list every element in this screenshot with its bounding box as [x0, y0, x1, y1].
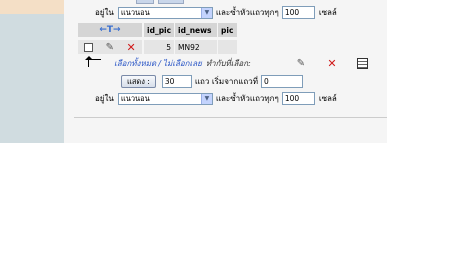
cells-label: เซลล์ — [318, 8, 337, 17]
repeat-header-label-bottom: และซ้ำหัวแถวทุกๆ — [215, 94, 279, 103]
column-header-id-pic[interactable]: id_pic — [144, 23, 174, 37]
results-panel: อยู่ใน แนวนอน ▼ และซ้ำหัวแถวทุกๆ 100 เซล… — [74, 0, 387, 143]
deselect-all-link[interactable]: ไม่เลือกเลย — [163, 57, 202, 70]
mode-select-bottom[interactable]: แนวนอน ▼ — [117, 92, 213, 105]
cell-id-pic: 5 — [144, 40, 174, 54]
mode-select-top[interactable]: แนวนอน ▼ — [117, 6, 213, 19]
column-label-id-news[interactable]: id_news — [178, 26, 212, 35]
pager-controls: แสดง : 30 แถว เริ่มจากแถวที่ 0 — [121, 75, 303, 88]
edit-pencil-icon[interactable]: ✎ — [106, 42, 114, 53]
show-in-label-bottom: อยู่ใน — [95, 94, 114, 103]
repeat-header-label: และซ้ำหัวแถวทุกๆ — [215, 8, 279, 17]
mode-select-value-bottom: แนวนอน — [120, 93, 150, 103]
table-row-actions: ✎ ✕ — [78, 40, 142, 54]
cell-pic — [218, 40, 237, 54]
column-label-pic[interactable]: pic — [221, 26, 233, 35]
delete-x-icon[interactable]: ✕ — [127, 41, 136, 54]
cut-off-button-left[interactable] — [136, 0, 154, 4]
column-header-pic[interactable]: pic — [218, 23, 237, 37]
frame-gutter — [64, 0, 74, 143]
cell-id-news: MN92 — [175, 40, 217, 54]
display-options-top: อยู่ใน แนวนอน ▼ และซ้ำหัวแถวทุกๆ 100 เซล… — [95, 6, 337, 19]
rows-from-label: แถว เริ่มจากแถวที่ — [194, 77, 258, 86]
arrow-up-corner-icon — [85, 56, 101, 67]
left-navigation-frame — [0, 0, 64, 143]
cells-label-bottom: เซลล์ — [318, 94, 337, 103]
delete-selected-x-icon[interactable]: ✕ — [326, 56, 338, 70]
chevron-down-icon[interactable]: ▼ — [200, 7, 212, 18]
edit-selected-pencil-icon[interactable]: ✎ — [295, 56, 307, 70]
select-all-link[interactable]: เลือกทั้งหมด — [114, 57, 156, 70]
cut-off-button-right[interactable] — [158, 0, 184, 4]
sort-toggle[interactable]: ←T→ — [78, 23, 142, 37]
with-selected-label: ทำกับที่เลือก: — [205, 58, 251, 68]
sidebar-header-strip — [0, 0, 64, 14]
column-header-id-news[interactable]: id_news — [175, 23, 217, 37]
display-options-bottom: อยู่ใน แนวนอน ▼ และซ้ำหัวแถวทุกๆ 100 เซล… — [95, 92, 337, 105]
column-label-id-pic[interactable]: id_pic — [147, 26, 171, 35]
repeat-count-input-bottom[interactable]: 100 — [281, 92, 315, 105]
export-table-icon[interactable] — [357, 58, 368, 69]
sort-arrows-icon[interactable]: ←T→ — [99, 25, 120, 35]
row-checkbox[interactable] — [84, 42, 94, 52]
show-in-label: อยู่ใน — [95, 8, 114, 17]
rows-count-input[interactable]: 30 — [161, 75, 192, 88]
section-divider — [74, 117, 387, 118]
mode-select-value: แนวนอน — [120, 7, 150, 17]
start-row-input[interactable]: 0 — [261, 75, 303, 88]
show-button[interactable]: แสดง : — [121, 75, 156, 88]
link-separator: / — [158, 58, 161, 68]
repeat-count-input-top[interactable]: 100 — [281, 6, 315, 19]
chevron-down-icon[interactable]: ▼ — [200, 93, 212, 104]
bulk-actions: เลือกทั้งหมด / ไม่เลือกเลย ทำกับที่เลือก… — [114, 57, 251, 69]
